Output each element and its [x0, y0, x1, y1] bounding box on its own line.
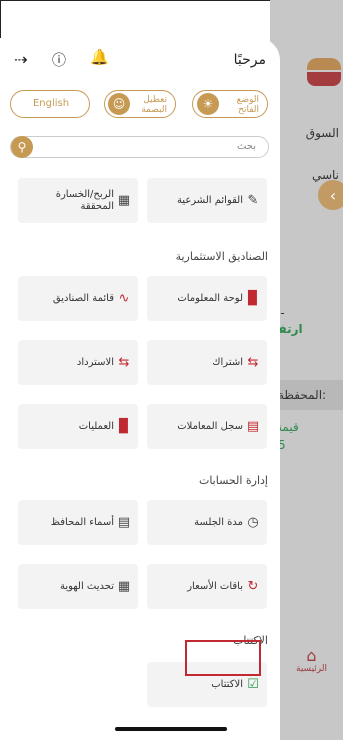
- card-operations[interactable]: ▉ العمليات: [18, 404, 138, 449]
- card-realized-pl[interactable]: ▦ الربح/الخسارة المحققة: [18, 178, 138, 223]
- card-subscription[interactable]: ⇆ اشتراك: [147, 340, 267, 385]
- section-investment-funds: الصناديق الاستثمارية: [175, 250, 268, 263]
- document-check-icon: ☑: [247, 677, 259, 692]
- bell-icon[interactable]: 🔔: [90, 48, 109, 66]
- english-button[interactable]: English: [10, 90, 90, 118]
- search-input[interactable]: ⚲ بحث: [10, 136, 269, 158]
- card-session-duration[interactable]: ◷ مدة الجلسة: [147, 500, 267, 545]
- card-price-packages[interactable]: ↻ باقات الأسعار: [147, 564, 267, 609]
- fingerprint-icon: ☺: [108, 93, 130, 115]
- money-icon: ▦: [117, 193, 131, 208]
- card-update-id[interactable]: ▦ تحديث الهوية: [18, 564, 138, 609]
- id-card-icon: ▦: [117, 579, 131, 594]
- highlight-box: [185, 640, 261, 676]
- light-mode-button[interactable]: ☀ الوضع الفاتح: [192, 90, 268, 118]
- card-transactions-log[interactable]: ▤ سجل المعاملات: [147, 404, 267, 449]
- list-icon: ▤: [246, 419, 260, 434]
- background-app: [270, 0, 343, 740]
- refresh-icon: ↻: [247, 579, 259, 594]
- transfer-icon: ⇆: [118, 355, 130, 370]
- home-icon: ⌂: [306, 646, 317, 665]
- drawer-topbar: ⇢ ⓘ 🔔 مرحبًا: [0, 38, 280, 78]
- disable-fingerprint-button[interactable]: ☺ تعطيل البصمة: [104, 90, 176, 118]
- side-drawer: ⇢ ⓘ 🔔 مرحبًا English ☺ تعطيل البصمة ☀ ال…: [0, 38, 280, 740]
- bar-chart-icon: ▉: [119, 419, 129, 434]
- card-financial-statements[interactable]: ✎ القوائم الشرعية: [147, 178, 267, 223]
- tab-home-label: الرئيسية: [296, 664, 327, 674]
- search-icon[interactable]: ⚲: [11, 136, 33, 158]
- logout-icon[interactable]: ⇢: [14, 50, 27, 69]
- section-account-management: إدارة الحسابات: [198, 474, 268, 487]
- home-indicator: [115, 727, 227, 731]
- clock-settings-icon: ◷: [247, 515, 259, 530]
- tab-home[interactable]: ⌂ الرئيسية: [280, 648, 343, 682]
- card-fund-list[interactable]: ∿ قائمة الصناديق: [18, 276, 138, 321]
- document-edit-icon: ✎: [247, 193, 259, 208]
- card-dashboard[interactable]: ▉ لوحة المعلومات: [147, 276, 267, 321]
- transfer-icon: ⇆: [247, 355, 259, 370]
- card-redemption[interactable]: ⇆ الاسترداد: [18, 340, 138, 385]
- trend-icon: ∿: [118, 291, 130, 306]
- chart-icon: ▉: [248, 291, 258, 306]
- chevron-left-icon[interactable]: ‹: [318, 180, 343, 210]
- bg-market-label: السوق: [305, 126, 339, 140]
- card-portfolio-names[interactable]: ▤ أسماء المحافظ: [18, 500, 138, 545]
- document-icon: ▤: [117, 515, 131, 530]
- app-logo: [307, 58, 341, 86]
- sun-icon: ☀: [197, 93, 219, 115]
- bg-wallet-label: المحفظة:: [278, 388, 327, 402]
- info-icon[interactable]: ⓘ: [52, 50, 66, 70]
- greeting-text: مرحبًا: [233, 52, 266, 68]
